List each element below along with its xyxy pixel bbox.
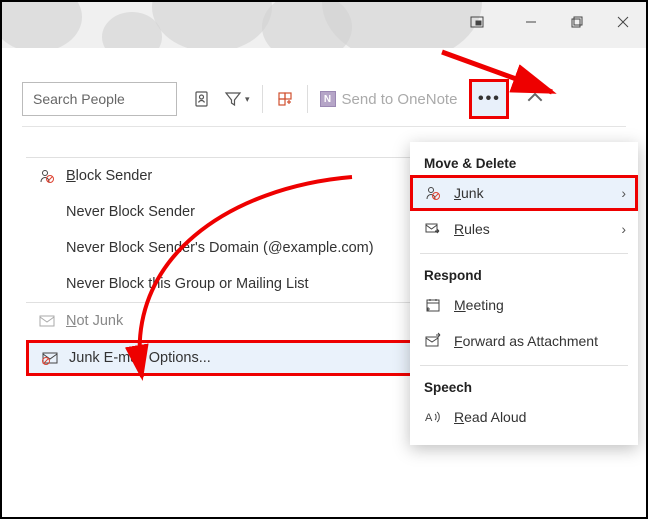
rules-label: Rules [454, 221, 490, 237]
junk-options-icon [41, 349, 59, 367]
meeting-menu-item[interactable]: Meeting [410, 287, 638, 323]
chevron-right-icon: › [621, 185, 626, 201]
read-aloud-label: Read Aloud [454, 409, 526, 425]
section-speech: Speech [410, 372, 638, 399]
section-move-delete: Move & Delete [410, 148, 638, 175]
address-book-button[interactable] [185, 82, 217, 116]
annotation-arrow-1 [432, 42, 592, 112]
divider [307, 85, 308, 113]
annotation-arrow-2 [102, 167, 362, 397]
window-titlebar [2, 2, 646, 42]
divider [420, 365, 628, 366]
rules-icon [424, 220, 442, 238]
onenote-icon: N [320, 91, 336, 107]
overflow-menu: Move & Delete Junk › Rules › Respond Mee… [410, 142, 638, 445]
minimize-button[interactable] [508, 2, 554, 42]
junk-menu-item[interactable]: Junk › [410, 175, 638, 211]
forward-attachment-menu-item[interactable]: Forward as Attachment [410, 323, 638, 359]
add-group-button[interactable] [269, 82, 301, 116]
search-placeholder: Search People [33, 91, 125, 107]
calendar-icon [424, 296, 442, 314]
block-sender-icon [38, 167, 56, 185]
section-respond: Respond [410, 260, 638, 287]
forward-icon [424, 332, 442, 350]
divider [262, 85, 263, 113]
forward-label: Forward as Attachment [454, 333, 598, 349]
search-input[interactable]: Search People [22, 82, 177, 116]
close-button[interactable] [600, 2, 646, 42]
envelope-icon [38, 312, 56, 330]
chevron-right-icon: › [621, 221, 626, 237]
read-aloud-icon: A [424, 408, 442, 426]
junk-icon [424, 184, 442, 202]
pip-button[interactable] [454, 2, 500, 42]
filter-button[interactable]: ▾ [217, 82, 256, 116]
divider [420, 253, 628, 254]
maximize-button[interactable] [554, 2, 600, 42]
meeting-label: Meeting [454, 297, 504, 313]
rules-menu-item[interactable]: Rules › [410, 211, 638, 247]
junk-label: Junk [454, 185, 484, 201]
read-aloud-menu-item[interactable]: A Read Aloud [410, 399, 638, 435]
svg-text:A: A [425, 412, 433, 424]
